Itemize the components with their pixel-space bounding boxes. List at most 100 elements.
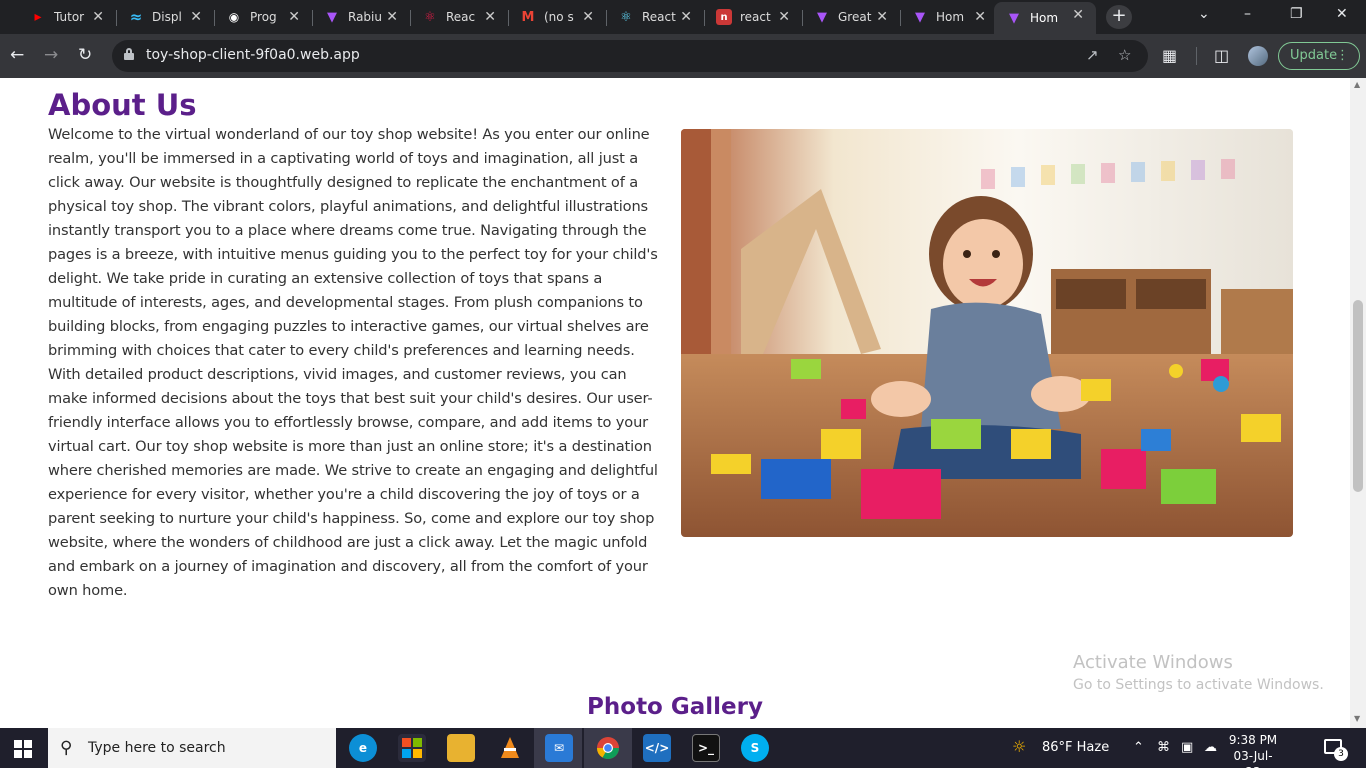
web-page: About Us Welcome to the virtual wonderla… — [0, 78, 1350, 728]
reload-icon[interactable]: ↻ — [78, 45, 92, 65]
browser-tab-title: React — [642, 10, 676, 24]
page-scrollbar[interactable]: ▲ ▼ — [1350, 78, 1366, 728]
close-tab-icon[interactable]: ✕ — [582, 9, 594, 25]
toolbar-divider — [1196, 47, 1197, 65]
close-tab-icon[interactable]: ✕ — [386, 9, 398, 25]
terminal-icon[interactable]: >_ — [692, 734, 720, 762]
browser-tab-title: Hom — [1030, 11, 1059, 25]
browser-tab-title: Tutor — [54, 10, 85, 24]
forward-icon[interactable]: → — [44, 45, 58, 65]
back-icon[interactable]: ← — [10, 45, 24, 65]
update-button[interactable]: Update ⋮ — [1278, 42, 1360, 70]
close-tab-icon[interactable]: ✕ — [288, 9, 300, 25]
update-label: Update — [1290, 48, 1338, 63]
search-placeholder: Type here to search — [88, 740, 226, 756]
browser-tab-title: (no s — [544, 10, 574, 24]
side-panel-icon[interactable]: ◫ — [1214, 46, 1229, 65]
close-tab-icon[interactable]: ✕ — [876, 9, 888, 25]
browser-tab-title: Rabiu — [348, 10, 382, 24]
gmail-icon: M — [521, 9, 535, 25]
url-text[interactable]: toy-shop-client-9f0a0.web.app — [146, 47, 360, 63]
vscode-icon[interactable]: </> — [643, 734, 671, 762]
clock[interactable]: 9:38 PM 03-Jul-23 — [1228, 732, 1278, 780]
react-icon: ⚛ — [620, 9, 632, 25]
about-title: About Us — [48, 88, 197, 122]
toddler-playing-blocks-image — [681, 129, 1293, 537]
close-tab-icon[interactable]: ✕ — [1072, 7, 1084, 23]
react-icon: ⚛ — [424, 9, 436, 25]
network-icon[interactable]: ⌘ — [1157, 740, 1170, 755]
browser-tab[interactable]: ⚛ Reac ✕ — [410, 4, 508, 30]
scroll-down-icon[interactable]: ▼ — [1354, 714, 1360, 723]
npm-icon: n — [716, 9, 732, 25]
extensions-icon[interactable]: ▦ — [1162, 46, 1177, 65]
browser-toolbar: ← → ↻ toy-shop-client-9f0a0.web.app ↗ ☆ … — [0, 34, 1366, 78]
activate-windows-title: Activate Windows — [1073, 652, 1233, 673]
browser-tab[interactable]: n react ✕ — [704, 4, 802, 30]
browser-tab[interactable]: ◉ Prog ✕ — [214, 4, 312, 30]
bookmark-star-icon[interactable]: ☆ — [1118, 46, 1131, 64]
lock-icon[interactable] — [124, 48, 134, 60]
skype-icon[interactable]: S — [741, 734, 769, 762]
browser-tab[interactable]: ▼ Great ✕ — [802, 4, 900, 30]
close-tab-icon[interactable]: ✕ — [974, 9, 986, 25]
close-tab-icon[interactable]: ✕ — [680, 9, 692, 25]
vlc-icon[interactable] — [496, 734, 524, 762]
browser-tab-title: Prog — [250, 10, 277, 24]
browser-tab[interactable]: ≈ Displ ✕ — [116, 4, 214, 30]
browser-tab-title: Reac — [446, 10, 476, 24]
browser-tab[interactable]: M (no s ✕ — [508, 4, 606, 30]
restore-icon[interactable]: ❐ — [1290, 6, 1303, 22]
scroll-up-icon[interactable]: ▲ — [1354, 80, 1360, 89]
more-menu-icon[interactable]: ⋮ — [1336, 43, 1349, 69]
close-tab-icon[interactable]: ✕ — [92, 9, 104, 25]
notifications-count: 3 — [1334, 747, 1348, 761]
clock-time: 9:38 PM — [1228, 733, 1278, 747]
close-tab-icon[interactable]: ✕ — [484, 9, 496, 25]
new-tab-button[interactable]: + — [1106, 5, 1132, 29]
show-hidden-icons-icon[interactable]: ⌃ — [1133, 740, 1144, 755]
close-tab-icon[interactable]: ✕ — [778, 9, 790, 25]
chrome-icon[interactable] — [594, 734, 622, 762]
share-icon[interactable]: ↗ — [1086, 46, 1099, 64]
about-text: Welcome to the virtual wonderland of our… — [48, 126, 658, 599]
weather-text[interactable]: 86°F Haze — [1042, 740, 1109, 755]
browser-tab[interactable]: ▼ Hom ✕ — [900, 4, 998, 30]
browser-tab-title: Hom — [936, 10, 965, 24]
browser-tab[interactable]: ▸ Tutor ✕ — [18, 4, 116, 30]
device-icon[interactable]: ▣ — [1181, 740, 1193, 755]
tailwind-icon: ≈ — [129, 8, 143, 26]
map-pin-icon: ◉ — [228, 10, 240, 24]
profile-avatar[interactable] — [1248, 46, 1268, 66]
clock-date: 03-Jul-23 — [1233, 749, 1273, 779]
windows-start-icon[interactable] — [14, 740, 32, 758]
vite-icon: ▼ — [1009, 10, 1019, 26]
browser-tab-title: react — [740, 10, 771, 24]
youtube-icon: ▸ — [34, 9, 42, 25]
browser-tab-title: Great — [838, 10, 872, 24]
onedrive-icon[interactable]: ☁ — [1204, 740, 1217, 755]
address-bar[interactable]: toy-shop-client-9f0a0.web.app ↗ ☆ — [112, 40, 1148, 72]
tab-search-icon[interactable]: ⌄ — [1198, 6, 1210, 22]
mail-icon[interactable]: ✉ — [545, 734, 573, 762]
vite-icon: ▼ — [915, 9, 925, 25]
browser-tab-title: Displ — [152, 10, 182, 24]
vite-icon: ▼ — [817, 9, 827, 25]
browser-tab-strip: + ⌄ – ❐ ✕ ▸ Tutor ✕ ≈ Displ ✕ ◉ Prog ✕ ▼ Rabiu ✕ ⚛ Re… — [0, 0, 1366, 34]
browser-tab[interactable]: ⚛ React ✕ — [606, 4, 704, 30]
scrollbar-thumb[interactable] — [1353, 300, 1363, 492]
weather-icon[interactable]: ☼ — [1012, 737, 1026, 756]
edge-icon[interactable]: e — [349, 734, 377, 762]
minimize-icon[interactable]: – — [1244, 6, 1251, 22]
taskbar-search-box[interactable]: ⚲ Type here to search — [48, 728, 336, 768]
file-explorer-icon[interactable] — [447, 734, 475, 762]
vite-icon: ▼ — [327, 9, 337, 25]
activate-windows-subtitle: Go to Settings to activate Windows. — [1073, 677, 1324, 693]
browser-tab[interactable]: ▼ Hom ✕ — [994, 2, 1096, 34]
windows-taskbar: ⚲ Type here to search e ✉ </> >_ S ☼ 86°… — [0, 728, 1366, 779]
browser-tab[interactable]: ▼ Rabiu ✕ — [312, 4, 410, 30]
close-tab-icon[interactable]: ✕ — [190, 9, 202, 25]
close-window-icon[interactable]: ✕ — [1336, 6, 1348, 22]
photo-gallery-title: Photo Gallery — [587, 694, 763, 720]
microsoft-store-icon[interactable] — [398, 734, 426, 762]
